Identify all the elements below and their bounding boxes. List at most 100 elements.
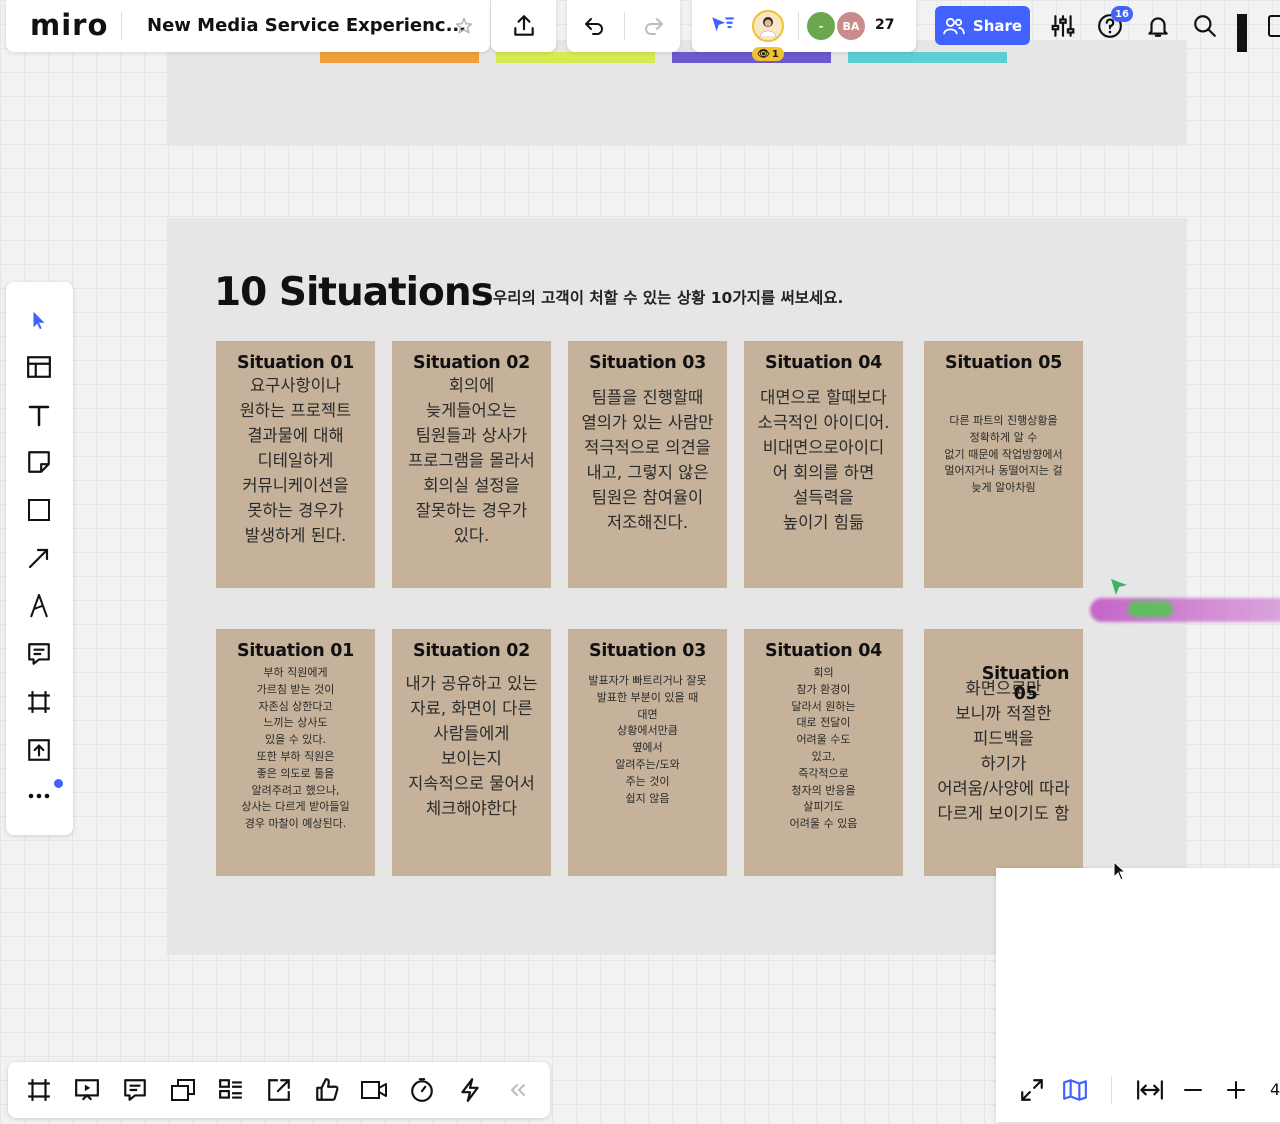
sticky-note-title: Situation 02 bbox=[413, 353, 530, 373]
text-tool[interactable] bbox=[22, 398, 56, 432]
lightning-icon bbox=[461, 1078, 479, 1102]
collaborator-trail bbox=[1090, 598, 1280, 622]
board-subtitle[interactable]: 우리의 고객이 처할 수 있는 상황 10가지를 써보세요. bbox=[493, 286, 843, 308]
user-avatar[interactable] bbox=[752, 10, 784, 42]
sticky-note[interactable]: Situation 05 다른 파트의 진행상황을 정확하게 알 수 없기 때문… bbox=[924, 341, 1083, 588]
sticky-note-title: Situation 01 bbox=[237, 353, 354, 373]
share-screen-button[interactable] bbox=[263, 1074, 295, 1106]
sticky-note-text: 회의 참가 환경이 달라서 원하는 대로 전달이 어려울 수도 있고, 즉각적으… bbox=[789, 666, 858, 831]
left-toolbar bbox=[6, 282, 73, 835]
comments-button[interactable] bbox=[119, 1074, 151, 1106]
collaborator-count[interactable]: 27 bbox=[875, 17, 894, 33]
sticky-note-title: Situation 03 bbox=[589, 641, 706, 661]
frame-tab-teal bbox=[848, 52, 1007, 63]
sticky-note[interactable]: Situation 03 발표자가 빠트리거나 잘못 발표한 부분이 있을 때 … bbox=[568, 629, 727, 876]
select-cursor-icon bbox=[33, 311, 45, 330]
shape-tool[interactable] bbox=[22, 493, 56, 527]
collaborator-trail-highlight bbox=[1128, 601, 1173, 617]
collaborator-avatar-green[interactable]: - bbox=[805, 10, 837, 42]
reactions-cursor-icon[interactable] bbox=[708, 13, 736, 39]
history-panel bbox=[567, 0, 680, 52]
sticky-note-text: 요구사항이나 원하는 프로젝트 결과물에 대해 디테일하게 커뮤니케이션을 못하… bbox=[239, 376, 352, 545]
board-name[interactable]: New Media Service Experienc... bbox=[147, 15, 466, 36]
sticky-note-text: 회의에 늦게들어오는 팀원들과 상사가 프로그램을 몰라서 회의실 설정을 잘못… bbox=[408, 376, 535, 545]
sticky-note-title: Situation 01 bbox=[237, 641, 354, 661]
people-icon bbox=[943, 17, 965, 34]
frame-tab-orange bbox=[320, 52, 479, 63]
timer-icon bbox=[411, 1078, 433, 1102]
arrow-line-icon bbox=[28, 548, 49, 569]
share-button[interactable]: Share bbox=[935, 6, 1030, 45]
board-title[interactable]: 10 Situations bbox=[214, 270, 494, 315]
miro-logo[interactable]: miro bbox=[30, 8, 108, 42]
collaborator-avatar-ba[interactable]: BA bbox=[835, 10, 867, 42]
cards-button[interactable] bbox=[167, 1074, 199, 1106]
sticky-note[interactable]: Situation 02 회의에 늦게들어오는 팀원들과 상사가 프로그램을 몰… bbox=[392, 341, 551, 588]
sticky-note-title: Situation 05 bbox=[981, 664, 1070, 704]
timer-button[interactable] bbox=[406, 1074, 438, 1106]
templates-tool[interactable] bbox=[22, 350, 56, 384]
export-panel bbox=[491, 0, 556, 52]
sticky-note-title: Situation 05 bbox=[945, 353, 1062, 373]
fit-to-screen-icon[interactable] bbox=[1136, 1077, 1164, 1103]
sticky-note[interactable]: Situation 04 회의 참가 환경이 달라서 원하는 대로 전달이 어려… bbox=[744, 629, 903, 876]
star-icon[interactable] bbox=[455, 17, 473, 35]
like-icon bbox=[316, 1078, 339, 1101]
kanban-button[interactable] bbox=[215, 1074, 247, 1106]
frames-button[interactable] bbox=[23, 1074, 55, 1106]
more-icon bbox=[28, 793, 50, 799]
more-tools-dot bbox=[54, 779, 63, 788]
frame-tool[interactable] bbox=[22, 685, 56, 719]
sticky-note[interactable]: Situation 04 대면으로 할때보다 소극적인 아이디어. 비대면으로아… bbox=[744, 341, 903, 588]
comment-tool[interactable] bbox=[22, 637, 56, 671]
search-icon[interactable] bbox=[1192, 13, 1218, 39]
fullscreen-icon[interactable] bbox=[1019, 1077, 1045, 1103]
sticky-note-title: Situation 04 bbox=[765, 353, 882, 373]
select-tool[interactable] bbox=[22, 303, 56, 337]
help-badge: 16 bbox=[1111, 6, 1133, 22]
notifications-bell-icon[interactable] bbox=[1145, 13, 1171, 39]
sticky-note[interactable]: Situation 01 요구사항이나 원하는 프로젝트 결과물에 대해 디테일… bbox=[216, 341, 375, 588]
more-tools[interactable] bbox=[22, 779, 56, 813]
redo-icon[interactable] bbox=[641, 14, 667, 38]
panel-toggle-icon[interactable] bbox=[1268, 13, 1280, 39]
sticky-note-title: Situation 02 bbox=[413, 641, 530, 661]
comment-icon bbox=[28, 643, 50, 665]
map-icon[interactable] bbox=[1062, 1077, 1088, 1103]
upload-tool[interactable] bbox=[22, 733, 56, 767]
apps-button[interactable] bbox=[454, 1074, 486, 1106]
collaborator-cursor-icon bbox=[1111, 579, 1127, 595]
voting-button[interactable] bbox=[311, 1074, 343, 1106]
export-icon[interactable] bbox=[511, 13, 537, 39]
table-icon bbox=[27, 356, 51, 378]
collapse-toolbar-button[interactable] bbox=[502, 1074, 534, 1106]
sticky-note-text: 발표자가 빠트리거나 잘못 발표한 부분이 있을 때 대면 상황에서만큼 옆에서… bbox=[588, 674, 707, 805]
video-call-button[interactable] bbox=[358, 1074, 390, 1106]
share-screen-icon bbox=[268, 1079, 290, 1101]
zoom-out-icon[interactable] bbox=[1183, 1080, 1203, 1100]
undo-icon[interactable] bbox=[581, 14, 607, 38]
share-label: Share bbox=[972, 16, 1023, 35]
sticky-note[interactable]: Situation 02 내가 공유하고 있는 자료, 화면이 다른 사람들에게… bbox=[392, 629, 551, 876]
sticky-note-title: Situation 03 bbox=[589, 353, 706, 373]
person-icon bbox=[759, 17, 777, 37]
sticky-note[interactable]: 화면으로만 보니까 적절한 피드백을 하기가 어려움/사양에 따라 다르게 보이… bbox=[924, 629, 1083, 876]
zoom-in-icon[interactable] bbox=[1226, 1080, 1246, 1100]
sticky-note-text: 내가 공유하고 있는 자료, 화면이 다른 사람들에게 보이는지 지속적으로 물… bbox=[405, 674, 538, 818]
sticky-note-text: 부하 직원에게 가르침 받는 것이 자존심 상한다고 느끼는 상사도 있을 수 … bbox=[241, 666, 350, 831]
settings-sliders-icon[interactable] bbox=[1050, 13, 1076, 39]
comments-list-icon bbox=[124, 1079, 146, 1101]
collaboration-panel: 👁 1 - BA 27 bbox=[692, 0, 916, 61]
sticky-note[interactable]: Situation 01 부하 직원에게 가르침 받는 것이 자존심 상한다고 … bbox=[216, 629, 375, 876]
sticky-note[interactable]: Situation 03 팀플을 진행할때 열의가 있는 사람만 적극적으로 의… bbox=[568, 341, 727, 588]
sticky-note-tool[interactable] bbox=[22, 445, 56, 479]
connection-line-tool[interactable] bbox=[22, 541, 56, 575]
viewer-count-badge[interactable]: 👁 1 bbox=[752, 47, 784, 61]
bottom-toolbar bbox=[8, 1062, 550, 1118]
pen-tool[interactable] bbox=[22, 589, 56, 623]
presentation-button[interactable] bbox=[71, 1074, 103, 1106]
kanban-icon bbox=[219, 1079, 242, 1099]
topbar-board-panel: miro New Media Service Experienc... bbox=[6, 0, 490, 52]
zoom-level[interactable]: 4 bbox=[1270, 1080, 1280, 1099]
sticky-note-title: Situation 04 bbox=[765, 641, 882, 661]
